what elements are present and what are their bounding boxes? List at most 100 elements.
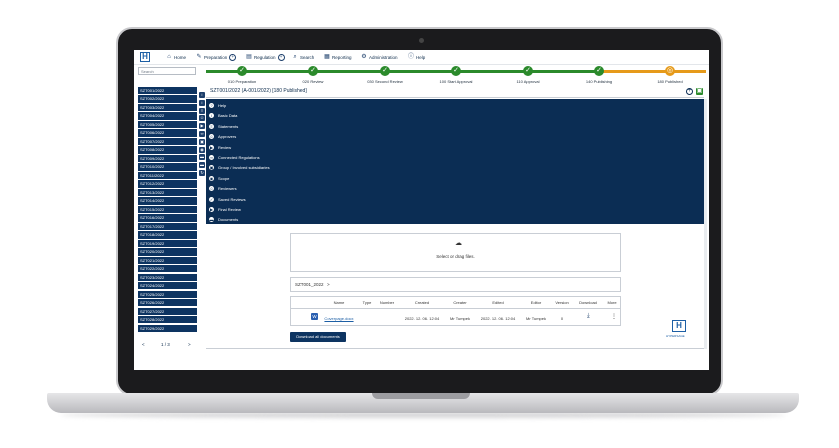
regulation-list-item[interactable]: SZT017/2022 [138, 222, 197, 231]
regulation-list-item[interactable]: SZT010/2022 [138, 163, 197, 171]
folder-icon[interactable]: ▬ [199, 154, 205, 161]
regulation-list-item[interactable]: SZT003/2022 [138, 103, 197, 112]
regulation-list-item[interactable]: SZT025/2022 [138, 290, 197, 298]
link-icon[interactable]: ∞ [199, 130, 205, 137]
regulation-list-item[interactable]: SZT006/2022 [138, 129, 197, 137]
section-icon: ☺ [209, 186, 214, 192]
regulation-list-item[interactable]: SZT026/2022 [138, 299, 197, 307]
regulation-list-item[interactable]: SZT018/2022 [138, 231, 197, 239]
regulation-list-item[interactable]: SZT028/2022 [138, 316, 197, 324]
section-menu-item[interactable]: ▣ Group / Involved subsidiaries [209, 163, 270, 172]
regulation-list-item[interactable]: SZT011/2022 [138, 171, 197, 180]
section-menu-item[interactable]: ▬ Documents [209, 215, 238, 224]
section-menu-item[interactable]: ☺ Reviewers [209, 184, 237, 193]
regulation-list-item[interactable]: SZT015/2022 [138, 205, 197, 214]
workflow-step-label: 180 Published [657, 79, 683, 84]
nav-help[interactable]: ⓘ Help [408, 53, 425, 61]
pager-prev-button[interactable]: < [142, 342, 145, 347]
column-header[interactable]: Created [415, 300, 429, 305]
pager-next-button[interactable]: > [188, 342, 191, 347]
nav-preparation[interactable]: ✎ Preparation + [196, 53, 237, 61]
nav-administration[interactable]: ⚙ Administration [361, 53, 397, 61]
section-menu-item[interactable]: ✓ Saved Reviews [209, 195, 246, 204]
nav-regulation[interactable]: ▤ Regulation + [246, 53, 285, 61]
info-icon[interactable]: i [199, 92, 205, 98]
document-name-link[interactable]: Coverpage.docx [324, 316, 353, 321]
regulation-list-item[interactable]: SZT001/2022 [138, 87, 197, 95]
nav-search[interactable]: ⌕ Search [292, 53, 314, 61]
folder-icon[interactable]: ▬ [199, 162, 205, 169]
file-dropzone[interactable]: ☁ Select or drag files. [290, 233, 621, 272]
column-header[interactable]: Name [334, 300, 345, 305]
section-menu-label: Approvers [218, 134, 237, 140]
section-icon: i [209, 113, 214, 119]
plus-icon[interactable]: + [229, 53, 237, 61]
regulation-list-item[interactable]: SZT013/2022 [138, 188, 197, 197]
breadcrumb-folder[interactable]: SZT001_2022 [295, 282, 324, 287]
app-logo[interactable]: H [140, 52, 150, 62]
section-menu-item[interactable]: ▶ Final Review [209, 205, 241, 214]
regulation-list-item[interactable]: SZT024/2022 [138, 282, 197, 290]
section-menu-item[interactable]: ≡ Statements [209, 122, 238, 131]
column-header[interactable]: Version [555, 300, 568, 305]
regulation-list-item[interactable]: SZT019/2022 [138, 239, 197, 248]
regulation-list-item[interactable]: SZT004/2022 [138, 112, 197, 120]
add-icon[interactable]: + [686, 88, 693, 95]
regulation-list-item[interactable]: SZT027/2022 [138, 307, 197, 315]
refresh-icon[interactable]: ↻ [199, 169, 205, 176]
column-header[interactable]: Creater [453, 300, 466, 305]
column-header[interactable]: Editor [531, 300, 541, 305]
section-menu-item[interactable]: ◉ Scope [209, 174, 229, 183]
column-header[interactable]: Edited [492, 300, 503, 305]
regulation-list: SZT001/2022 SZT002/2022 SZT003/2022 SZT004/… [138, 87, 197, 333]
group-icon[interactable]: ▣ [199, 138, 205, 145]
regulation-list-item[interactable]: SZT021/2022 [138, 256, 197, 264]
regulation-list-item[interactable]: SZT007/2022 [138, 137, 197, 146]
regulation-list-item[interactable]: SZT022/2022 [138, 265, 197, 273]
workflow-step-current-icon: ◎ [665, 66, 675, 76]
list-icon[interactable]: ≡ [199, 107, 205, 114]
regulation-list-item[interactable]: SZT012/2022 [138, 180, 197, 188]
brand-text: HYPERSAGE [666, 334, 685, 338]
regulation-list-item[interactable]: SZT005/2022 [138, 120, 197, 129]
save-icon[interactable]: ▣ [696, 88, 703, 95]
regulation-list-item[interactable]: SZT009/2022 [138, 154, 197, 163]
search-input[interactable]: Search [138, 67, 196, 75]
document-version: 0 [560, 316, 564, 321]
scope-icon[interactable]: ◉ [199, 146, 205, 153]
section-menu-label: Reviewers [218, 186, 237, 192]
section-menu-item[interactable]: ▶ Review [209, 143, 231, 152]
section-menu-item[interactable]: i Basic Data [209, 111, 237, 120]
search-icon: ⌕ [293, 54, 297, 60]
more-vertical-icon[interactable]: ⋮ [611, 313, 617, 320]
header-divider [291, 308, 620, 309]
info-icon[interactable]: i [199, 99, 205, 106]
regulation-list-item[interactable]: SZT008/2022 [138, 146, 197, 154]
column-header[interactable]: More [607, 300, 616, 305]
column-header[interactable]: Download [579, 300, 597, 305]
column-header[interactable]: Type [363, 300, 372, 305]
scrollbar[interactable] [704, 99, 707, 349]
section-menu-label: Documents [218, 217, 239, 223]
regulation-list-item[interactable]: SZT023/2022 [138, 273, 197, 281]
regulation-list-item[interactable]: SZT002/2022 [138, 95, 197, 103]
regulation-list-item[interactable]: SZT014/2022 [138, 197, 197, 205]
workflow-step-done-icon: ✓ [523, 66, 533, 76]
chevron-right-icon[interactable]: > [327, 282, 330, 287]
column-header[interactable]: Number [380, 300, 394, 305]
download-icon[interactable]: ⤓ [587, 313, 590, 320]
regulation-list-item[interactable]: SZT016/2022 [138, 214, 197, 222]
nav-home[interactable]: ⌂ Home [166, 53, 186, 61]
section-menu-item[interactable]: ∞ Connected Regulations [209, 153, 260, 162]
regulation-list-item[interactable]: SZT029/2022 [138, 324, 197, 332]
regulation-list-item[interactable]: SZT020/2022 [138, 248, 197, 256]
section-menu-item[interactable]: ? Help [209, 101, 226, 110]
documents-table: Name Type Number Created Creater Edited … [290, 296, 621, 326]
gear-icon: ⚙ [361, 54, 367, 60]
plus-icon[interactable]: + [277, 53, 285, 61]
users-icon[interactable]: ☺ [199, 115, 205, 122]
nav-reporting[interactable]: ▦ Reporting [324, 53, 351, 61]
review-icon[interactable]: ▶ [199, 123, 205, 130]
section-menu-item[interactable]: ☺ Approvers [209, 132, 236, 141]
download-all-button[interactable]: Download all documents [290, 332, 346, 342]
